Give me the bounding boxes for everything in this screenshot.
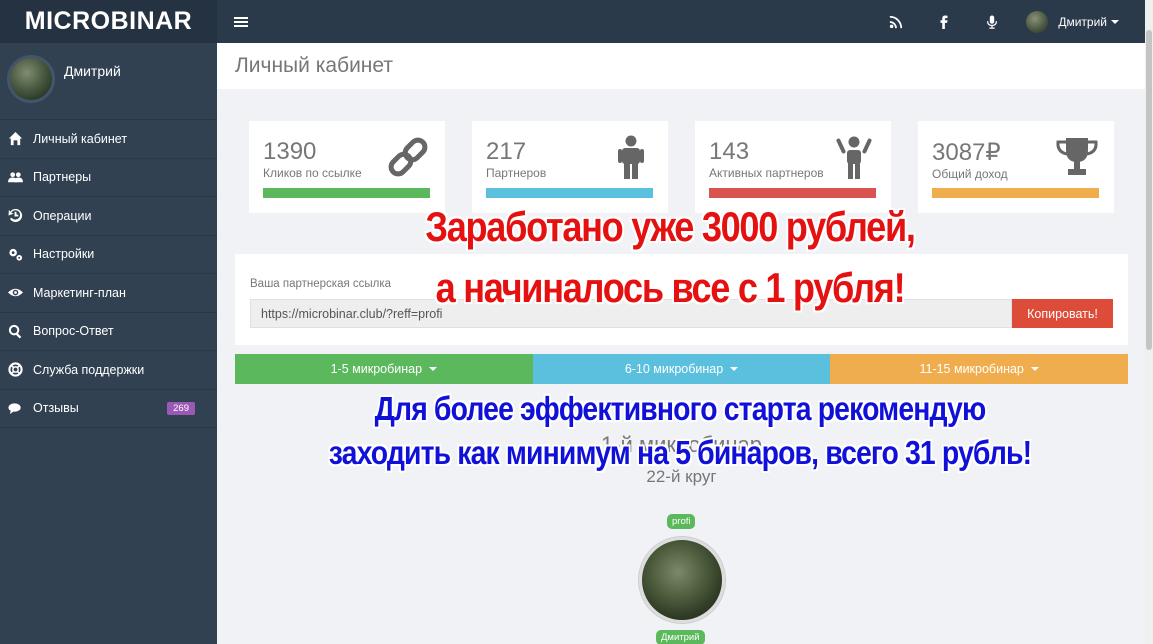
- sidebar: MICROBINAR Дмитрий Личный кабинет Партне…: [0, 0, 217, 644]
- scrollbar-thumb[interactable]: [1146, 30, 1152, 350]
- caret-down-icon: [429, 367, 438, 371]
- home-icon: [8, 132, 23, 146]
- avatar: [7, 55, 55, 103]
- caret-down-icon: [1030, 367, 1039, 371]
- tab-11-15[interactable]: 11-15 микробинар: [830, 354, 1129, 384]
- top-user-name: Дмитрий: [1058, 14, 1107, 29]
- sidebar-item-label: Партнеры: [33, 170, 92, 185]
- user-panel: Дмитрий: [0, 43, 217, 120]
- history-icon: [8, 209, 23, 223]
- rss-button[interactable]: [872, 15, 920, 29]
- sidebar-item-label: Операции: [33, 208, 92, 223]
- stat-bar: [932, 188, 1099, 198]
- caret-down-icon: [730, 367, 739, 371]
- sidebar-item-support[interactable]: Служба поддержки: [0, 351, 217, 390]
- sidebar-item-label: Личный кабинет: [33, 131, 128, 146]
- sidebar-menu: Личный кабинет Партнеры Операции Настрой…: [0, 120, 217, 428]
- tree-top-tag: profi: [667, 514, 696, 529]
- page-header: Личный кабинет: [217, 43, 1145, 89]
- rss-icon: [890, 15, 903, 28]
- gears-icon: [9, 248, 23, 261]
- stat-active-partners: 143 Активных партнеров: [695, 121, 891, 213]
- tab-label: 1-5 микробинар: [330, 362, 423, 376]
- copy-button[interactable]: Копировать!: [1012, 299, 1113, 328]
- brand-logo[interactable]: MICROBINAR: [0, 0, 217, 43]
- chain-link-icon: [388, 137, 428, 177]
- microbinar-tabs: 1-5 микробинар 6-10 микробинар 11-15 мик…: [235, 354, 1129, 384]
- sidebar-item-marketing-plan[interactable]: Маркетинг-план: [0, 274, 217, 313]
- eye-icon: [8, 289, 23, 297]
- navbar-right: Дмитрий: [872, 0, 1145, 43]
- sidebar-item-faq[interactable]: Вопрос-Ответ: [0, 313, 217, 351]
- facebook-button[interactable]: [920, 15, 968, 29]
- sidebar-item-label: Настройки: [33, 247, 95, 262]
- sidebar-item-label: Вопрос-Ответ: [33, 324, 114, 339]
- stat-income: 3087₽ Общий доход: [918, 121, 1114, 213]
- caret-down-icon: [1111, 19, 1119, 24]
- search-icon: [8, 324, 22, 339]
- stat-bar: [263, 188, 430, 198]
- reviews-count-badge: 269: [167, 401, 195, 415]
- sidebar-item-label: Отзывы: [33, 401, 79, 416]
- tree-bottom-tag: Дмитрий: [656, 630, 705, 644]
- microphone-button[interactable]: [968, 14, 1016, 29]
- users-icon: [8, 172, 23, 182]
- promo-line-2: а начиналось все с 1 рубля!: [435, 264, 906, 311]
- promo-line-3: Для более эффективного старта рекомендую: [374, 390, 987, 427]
- tab-6-10[interactable]: 6-10 микробинар: [532, 354, 831, 384]
- person-arms-up-icon: [836, 136, 872, 179]
- stat-clicks: 1390 Кликов по ссылке: [249, 121, 445, 213]
- facebook-icon: [940, 15, 948, 29]
- tree-avatar[interactable]: [639, 537, 725, 623]
- stat-bar: [486, 188, 653, 198]
- promo-line-4: заходить как минимум на 5 бинаров, всего…: [328, 434, 1032, 471]
- stat-partners: 217 Партнеров: [472, 121, 668, 213]
- brand-name[interactable]: MICROBINAR: [25, 7, 193, 36]
- avatar: [1026, 10, 1049, 33]
- sidebar-item-label: Служба поддержки: [33, 362, 145, 377]
- sidebar-item-dashboard[interactable]: Личный кабинет: [0, 120, 217, 159]
- tab-1-5[interactable]: 1-5 микробинар: [235, 354, 533, 384]
- lifebuoy-icon: [8, 362, 23, 377]
- tab-label: 11-15 микробинар: [919, 362, 1024, 376]
- sidebar-item-reviews[interactable]: Отзывы 269: [0, 390, 217, 428]
- user-menu[interactable]: Дмитрий: [1026, 10, 1119, 33]
- scrollbar[interactable]: [1145, 0, 1153, 644]
- top-navbar: Дмитрий: [217, 0, 1145, 43]
- person-icon: [618, 135, 644, 179]
- microphone-icon: [987, 14, 998, 29]
- sidebar-item-settings[interactable]: Настройки: [0, 236, 217, 274]
- sidebar-item-partners[interactable]: Партнеры: [0, 159, 217, 197]
- page-title: Личный кабинет: [235, 54, 393, 77]
- comments-icon: [8, 403, 21, 414]
- sidebar-item-operations[interactable]: Операции: [0, 197, 217, 236]
- trophy-icon: [1056, 138, 1098, 175]
- sidebar-item-label: Маркетинг-план: [33, 285, 126, 300]
- tab-label: 6-10 микробинар: [624, 362, 724, 376]
- menu-toggle-icon[interactable]: [234, 15, 248, 29]
- sidebar-user-name: Дмитрий: [64, 63, 121, 79]
- promo-line-1: Заработано уже 3000 рублей,: [425, 203, 916, 250]
- stat-bar: [709, 188, 876, 198]
